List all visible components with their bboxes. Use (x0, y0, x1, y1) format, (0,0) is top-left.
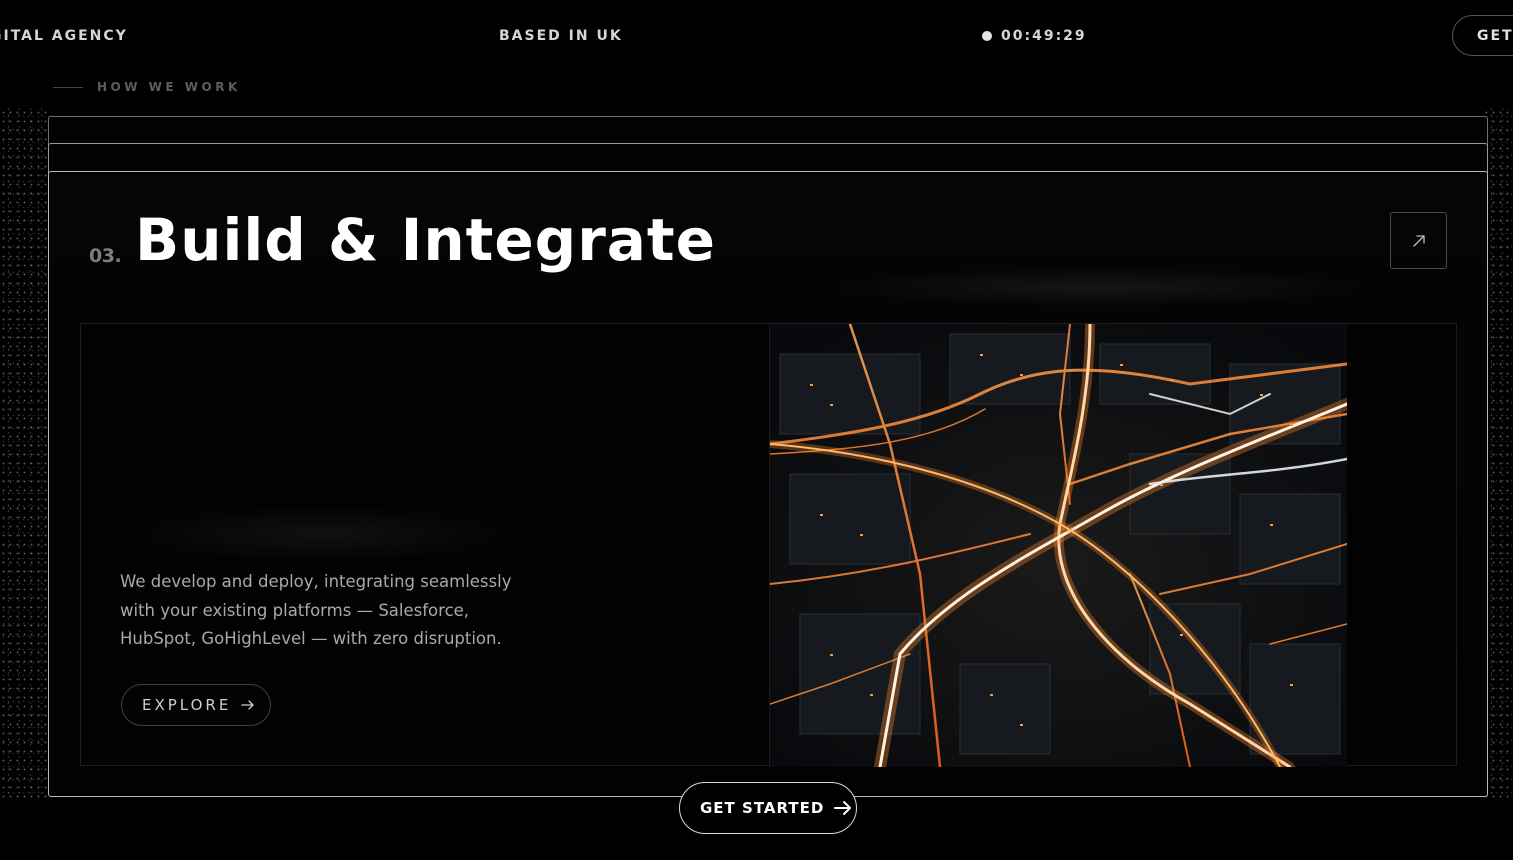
nav-agency-text[interactable]: GITAL AGENCY (0, 28, 128, 44)
card-number: 03. (89, 245, 122, 267)
card-content-panel: We develop and deploy, integrating seaml… (80, 323, 1457, 767)
explore-button[interactable]: EXPLORE (121, 684, 271, 726)
card-glow (829, 267, 1369, 307)
arrow-up-right-icon (1412, 234, 1425, 247)
panel-glow (111, 504, 531, 564)
explore-button-label: EXPLORE (142, 696, 232, 714)
circuit-city-image (769, 324, 1347, 767)
nav-get-started-button[interactable]: GET (1452, 15, 1513, 56)
nav-clock: 00:49:29 (982, 28, 1087, 44)
section-label-text: HOW WE WORK (97, 80, 241, 94)
stacked-card-back[interactable] (48, 116, 1488, 146)
arrow-right-icon (834, 801, 852, 815)
card-description: We develop and deploy, integrating seaml… (120, 572, 512, 648)
card-title: Build & Integrate (135, 206, 716, 274)
get-started-label: GET STARTED (700, 799, 825, 817)
starfield-left (0, 108, 52, 798)
process-card: 03. Build & Integrate We develop and dep… (48, 171, 1488, 797)
arrow-right-icon (241, 700, 254, 710)
nav-location-text: BASED IN UK (499, 28, 623, 44)
card-open-button[interactable] (1390, 212, 1447, 269)
circuit-city-illustration (770, 324, 1347, 767)
clock-dot-icon (982, 31, 992, 41)
section-label: HOW WE WORK (53, 80, 241, 94)
clock-time: 00:49:29 (1001, 28, 1087, 44)
section-label-line (53, 86, 83, 88)
stacked-card-middle[interactable] (48, 143, 1488, 173)
get-started-button[interactable]: GET STARTED (679, 782, 857, 834)
